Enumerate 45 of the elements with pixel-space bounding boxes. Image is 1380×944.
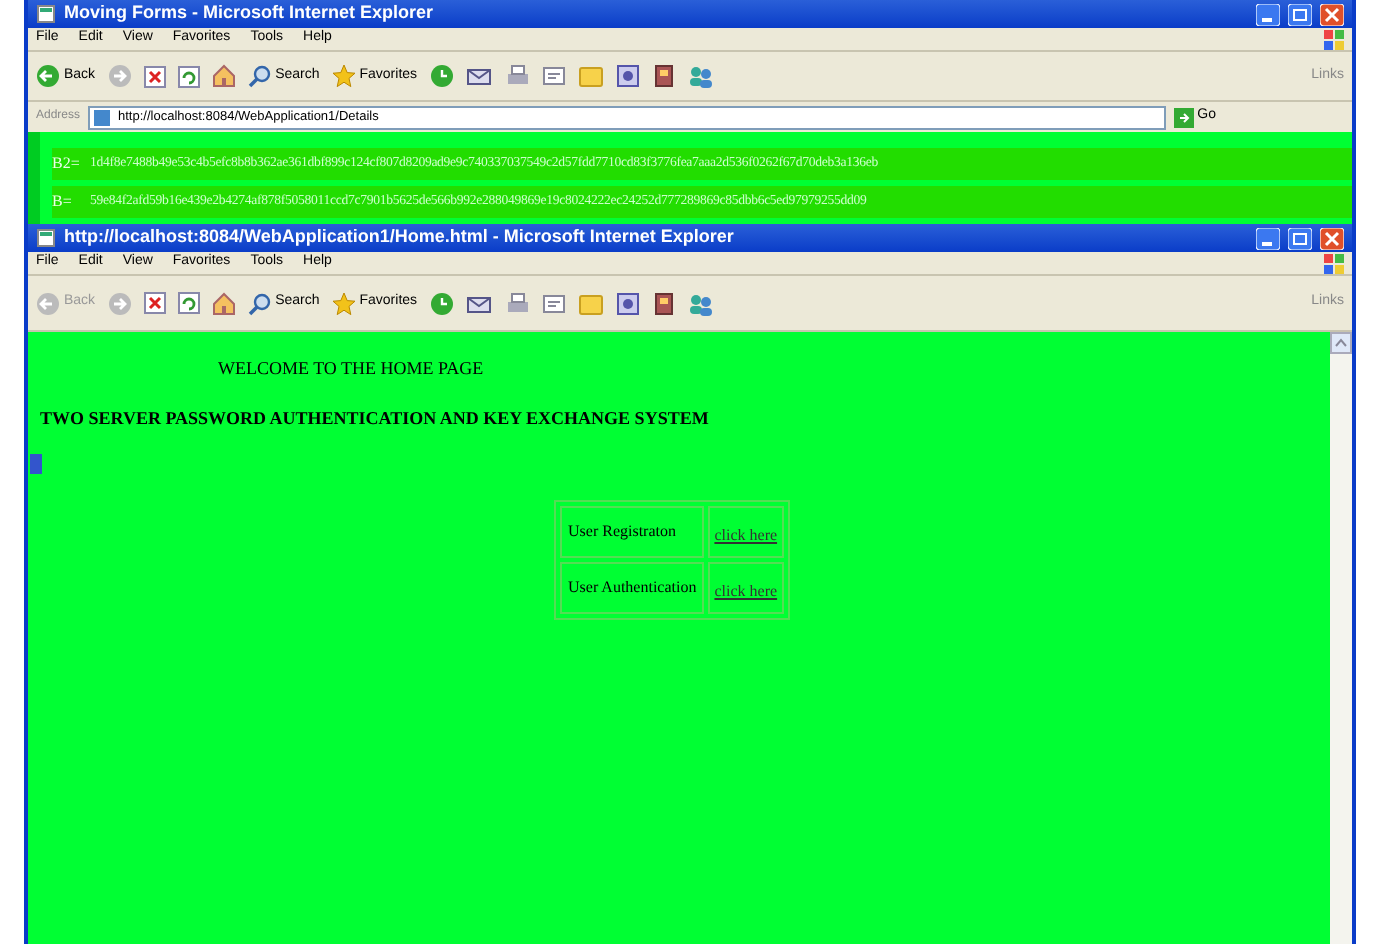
scrollbar[interactable] [1330, 332, 1352, 944]
back-arrow-icon [36, 64, 60, 88]
page-icon[interactable] [36, 228, 56, 248]
maximize-icon[interactable] [1288, 3, 1312, 25]
table-cell: User Authentication [560, 562, 705, 614]
page-icon[interactable] [36, 4, 56, 24]
book-icon[interactable] [651, 291, 676, 315]
home-icon[interactable] [211, 64, 236, 88]
table-cell: User Registraton [560, 506, 705, 558]
scroll-up-icon[interactable] [1330, 332, 1352, 354]
window-title: Moving Forms - Microsoft Internet Explorer [64, 0, 434, 27]
windows-logo-icon[interactable] [1324, 29, 1344, 49]
go-arrow-icon [1173, 107, 1194, 127]
history-icon[interactable] [429, 291, 454, 315]
print-icon[interactable] [505, 291, 530, 315]
page-icon [94, 109, 111, 125]
search-icon [247, 64, 272, 88]
minimize-icon[interactable] [1256, 3, 1280, 25]
history-icon[interactable] [429, 64, 454, 88]
detail-label: B= [52, 190, 74, 214]
print-icon[interactable] [505, 64, 530, 88]
page-heading: TWO SERVER PASSWORD AUTHENTICATION AND KEY EXCHANGE SYSTEM [38, 405, 711, 431]
mail-icon[interactable] [465, 64, 494, 88]
search-icon [247, 291, 272, 315]
book-icon[interactable] [651, 64, 676, 88]
mail-icon[interactable] [465, 291, 494, 315]
window-title: http://localhost:8084/WebApplication1/Home.html - Microsoft Internet Explorer [64, 224, 734, 251]
welcome-text: WELCOME TO THE HOME PAGE [216, 356, 486, 382]
text-cursor [30, 454, 42, 474]
back-arrow-icon [36, 291, 60, 315]
refresh-icon[interactable] [177, 65, 200, 87]
stop-icon[interactable] [143, 292, 166, 314]
stop-icon[interactable] [143, 65, 166, 87]
people-icon[interactable] [687, 291, 714, 315]
refresh-icon[interactable] [177, 292, 200, 314]
people-icon[interactable] [687, 64, 714, 88]
star-icon [331, 291, 356, 315]
maximize-icon[interactable] [1288, 227, 1312, 249]
close-icon[interactable] [1320, 227, 1344, 249]
star-icon [331, 64, 356, 88]
close-icon[interactable] [1320, 3, 1344, 25]
windows-logo-icon[interactable] [1324, 253, 1344, 273]
home-icon[interactable] [211, 291, 236, 315]
minimize-icon[interactable] [1256, 227, 1280, 249]
detail-label: B2= [52, 152, 80, 176]
